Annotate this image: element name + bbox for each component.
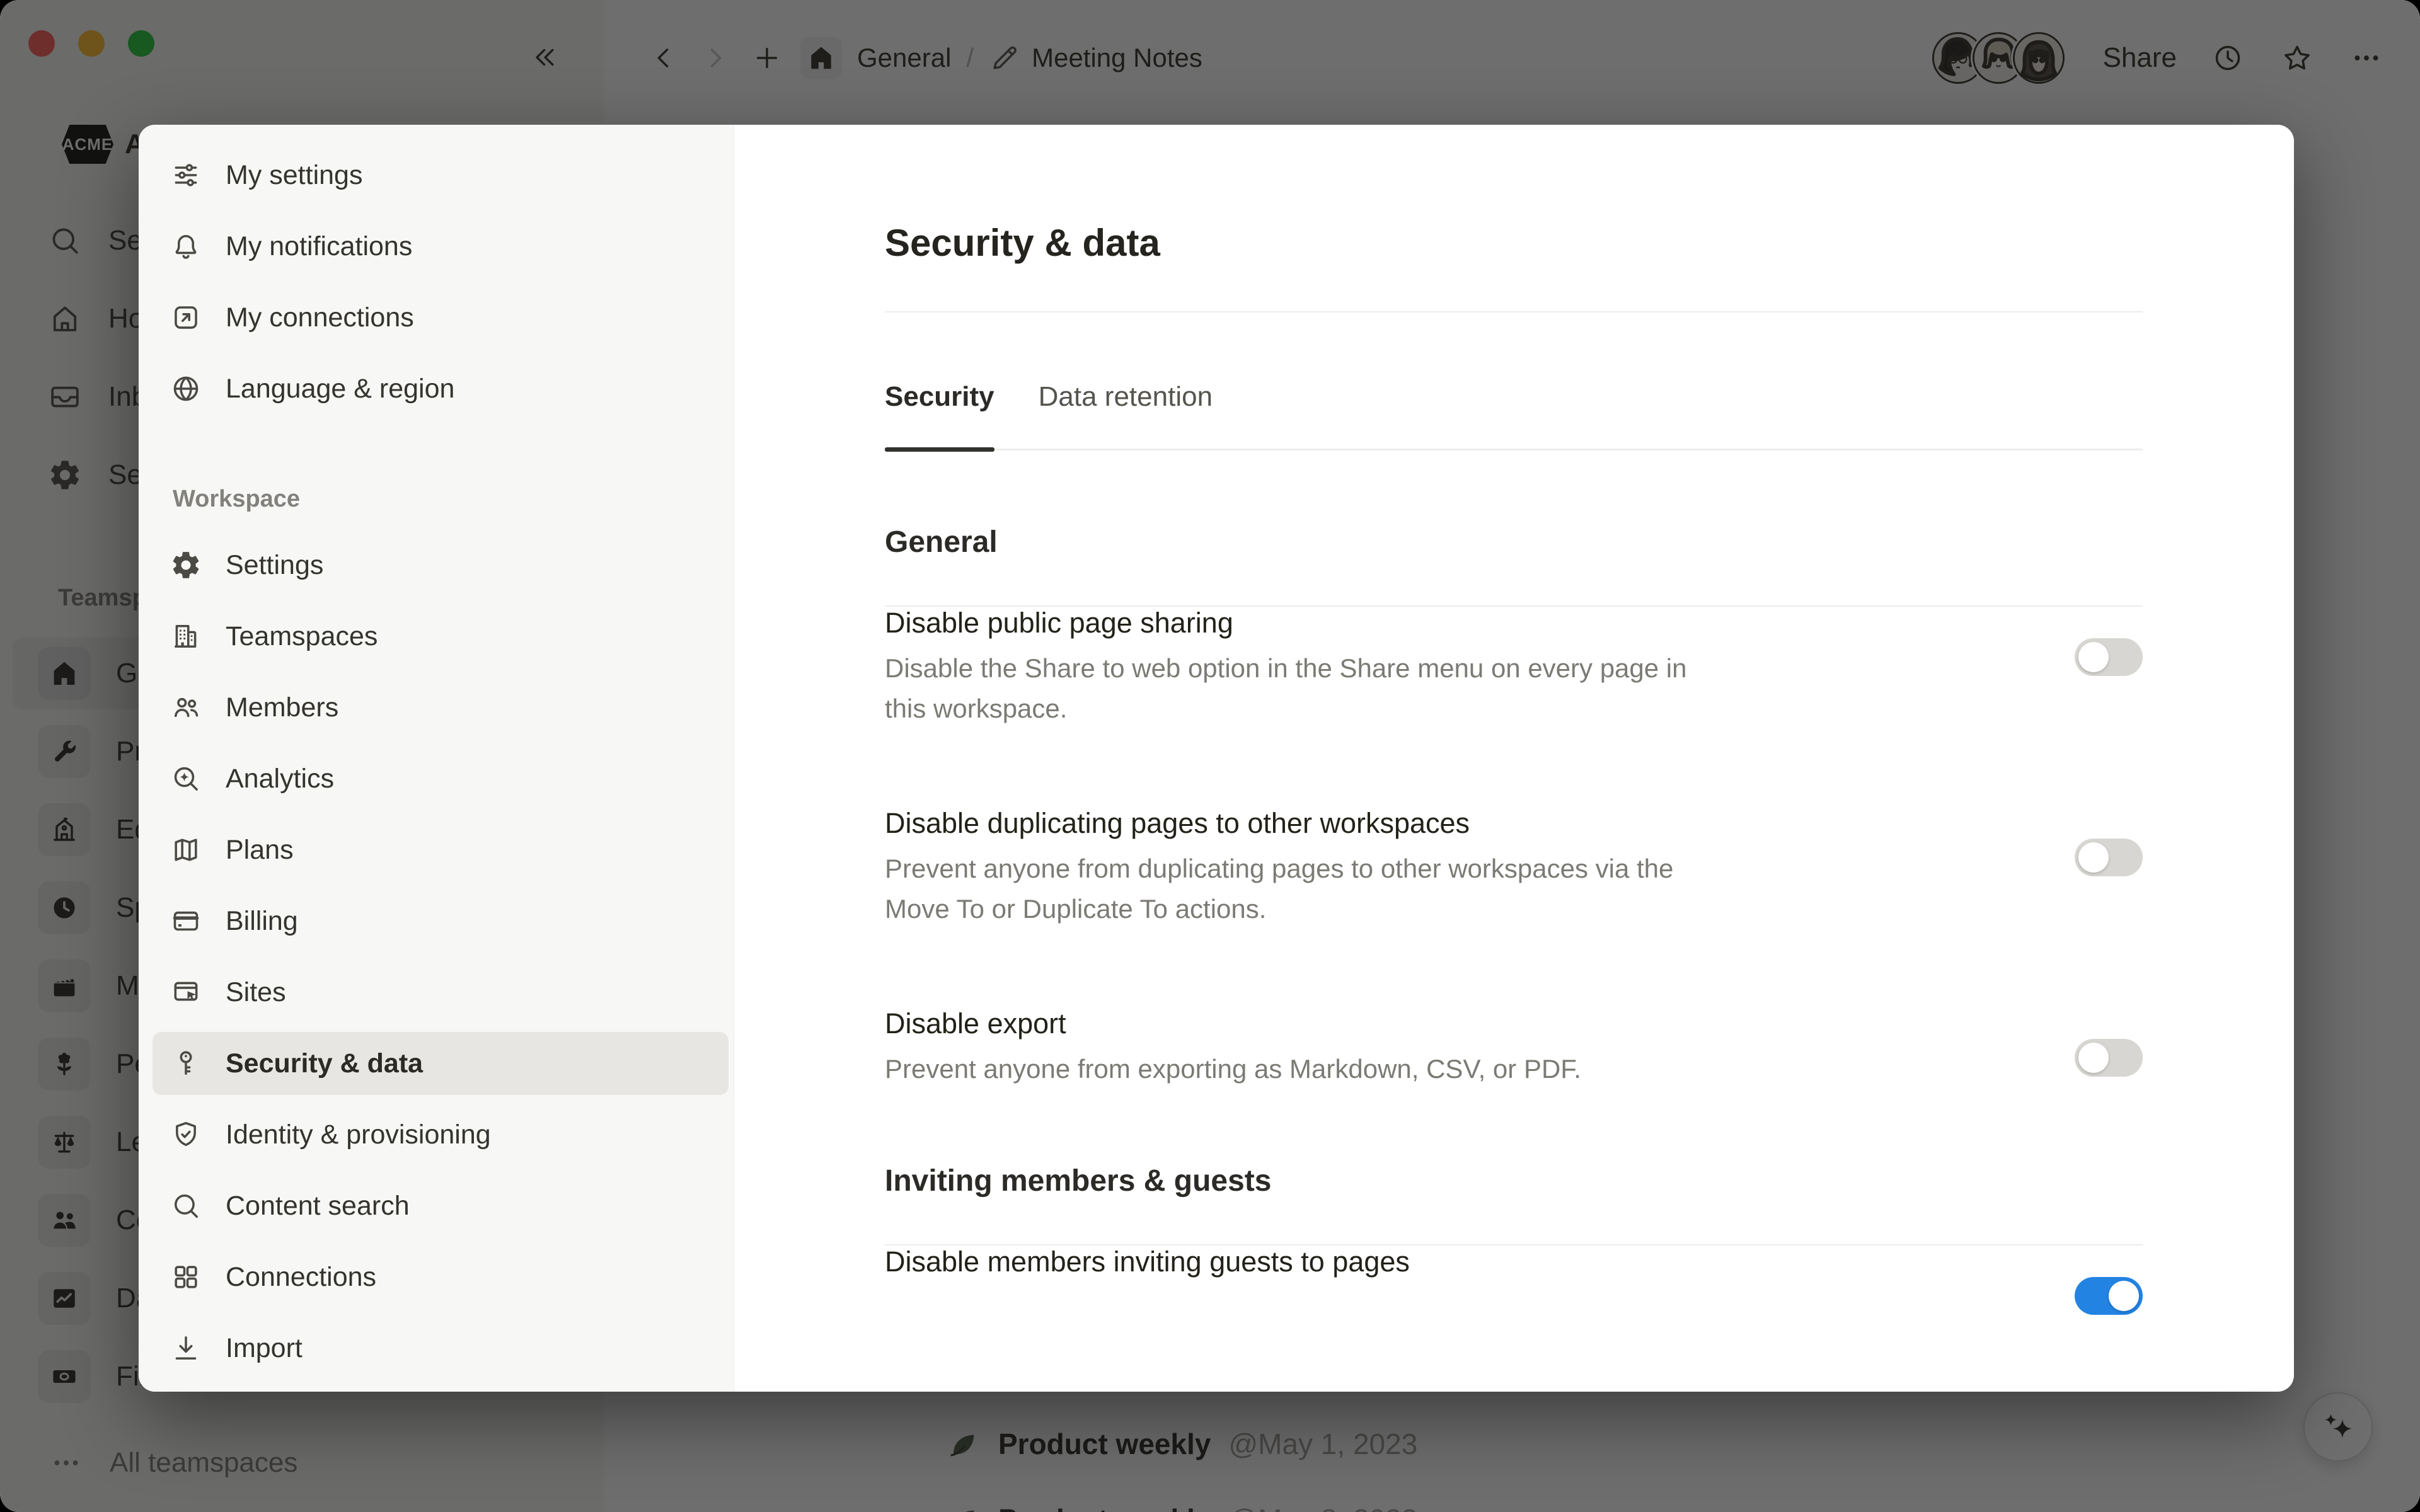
toggle-disable-duplicating-pages-to-other-workspaces[interactable] [2075,839,2143,876]
setting-title: Disable export [885,1007,1581,1040]
toggle-disable-export[interactable] [2075,1039,2143,1077]
members-icon [170,692,202,723]
settings-nav-billing[interactable]: Billing [153,890,729,953]
settings-nav-label: Teamspaces [226,621,377,652]
setting-title: Disable members inviting guests to pages [885,1246,1410,1278]
settings-nav-language-region[interactable]: Language & region [153,357,729,420]
section-header: Inviting members & guests [885,1165,2143,1198]
toggle-knob [2078,642,2109,672]
map-icon [170,834,202,866]
toggle-knob [2078,842,2109,873]
settings-tabs: Security Data retention [885,382,2143,450]
setting-disable-export: Disable export Prevent anyone from expor… [885,1007,2143,1089]
settings-nav-teamspaces[interactable]: Teamspaces [153,605,729,668]
setting-disable-public-page-sharing: Disable public page sharing Disable the … [885,607,2143,729]
toggle-disable-members-inviting-guests-to-pages[interactable] [2075,1277,2143,1315]
bell-icon [170,231,202,262]
settings-nav-label: Sites [226,977,286,1008]
settings-nav-my-connections[interactable]: My connections [153,286,729,349]
settings-nav-security-data[interactable]: Security & data [153,1032,729,1095]
settings-nav-label: My settings [226,160,362,191]
section-general: General Disable public page sharing Disa… [885,526,2143,1089]
settings-nav-label: Connections [226,1262,376,1293]
setting-description: Disable the Share to web option in the S… [885,648,1717,729]
settings-nav-connections[interactable]: Connections [153,1246,729,1309]
sites-icon [170,976,202,1008]
settings-nav-label: Identity & provisioning [226,1120,491,1150]
settings-dialog: My settings My notifications My connecti… [139,125,2294,1392]
settings-nav-label: My connections [226,302,414,333]
setting-title: Disable public page sharing [885,607,1717,639]
settings-nav-settings[interactable]: Settings [153,534,729,597]
settings-nav-label: Import [226,1333,302,1364]
analytics-icon [170,763,202,794]
settings-nav-label: Members [226,692,338,723]
sliders-icon [170,159,202,191]
gear-icon [170,549,202,581]
toggle-knob [2109,1281,2139,1311]
search-icon [170,1190,202,1222]
settings-nav-content-search[interactable]: Content search [153,1174,729,1237]
settings-nav-label: Security & data [226,1048,423,1079]
settings-nav-plans[interactable]: Plans [153,818,729,881]
settings-nav-label: Settings [226,550,323,581]
settings-nav-my-settings[interactable]: My settings [153,144,729,207]
settings-sections: General Disable public page sharing Disa… [885,526,2143,1315]
settings-nav-import[interactable]: Import [153,1317,729,1380]
settings-page-title: Security & data [885,223,2143,263]
settings-nav-label: Analytics [226,764,334,794]
settings-nav-my-notifications[interactable]: My notifications [153,215,729,278]
setting-description: Prevent anyone from exporting as Markdow… [885,1049,1581,1089]
settings-nav-sites[interactable]: Sites [153,961,729,1024]
settings-nav-label: Content search [226,1191,410,1222]
workspace-section-header: Workspace [173,481,734,517]
key-icon [170,1048,202,1079]
app-window: ACME Acme Search Home Inbox Settings Tea… [0,0,2420,1512]
settings-sidebar: My settings My notifications My connecti… [139,125,734,1392]
setting-title: Disable duplicating pages to other works… [885,807,1717,840]
setting-disable-duplicating-pages-to-other-workspaces: Disable duplicating pages to other works… [885,807,2143,929]
grid-icon [170,1261,202,1293]
settings-nav-label: Billing [226,906,298,937]
toggle-disable-public-page-sharing[interactable] [2075,638,2143,676]
shield-icon [170,1119,202,1150]
card-icon [170,905,202,937]
settings-nav-analytics[interactable]: Analytics [153,747,729,810]
arrow-box-icon [170,302,202,333]
settings-content: Security & data Security Data retention G… [734,125,2294,1392]
settings-nav-members[interactable]: Members [153,676,729,739]
setting-description: Prevent anyone from duplicating pages to… [885,849,1717,929]
toggle-knob [2078,1043,2109,1073]
settings-nav-identity-provisioning[interactable]: Identity & provisioning [153,1103,729,1166]
setting-disable-members-inviting-guests-to-pages: Disable members inviting guests to pages [885,1246,2143,1315]
import-icon [170,1332,202,1364]
section-header: General [885,526,2143,559]
globe-icon [170,373,202,404]
settings-nav-label: My notifications [226,231,412,262]
section-inviting-members-guests: Inviting members & guests Disable member… [885,1165,2143,1315]
settings-nav-label: Language & region [226,374,454,404]
divider [885,311,2143,312]
tab-security[interactable]: Security [885,382,994,449]
tab-data-retention[interactable]: Data retention [1039,382,1213,449]
settings-nav-label: Plans [226,835,294,866]
building-icon [170,621,202,652]
